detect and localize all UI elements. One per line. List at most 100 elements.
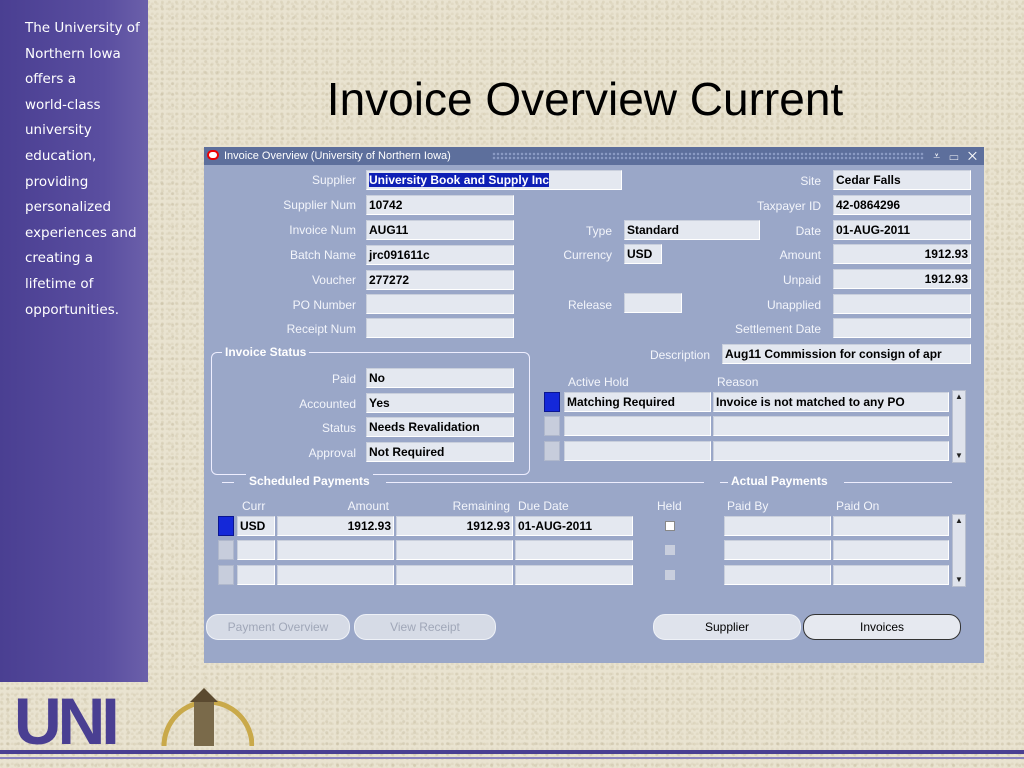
scroll-up-icon[interactable]: ▲ [953,515,965,527]
payment-row-indicator[interactable] [218,516,234,536]
reason-cell[interactable] [713,416,949,436]
remaining-cell[interactable] [396,540,513,560]
unpaid-field[interactable]: 1912.93 [833,269,971,289]
type-label: Type [585,224,612,238]
tagline-line: Northern Iowa [25,45,121,62]
paid-by-cell[interactable] [724,540,831,560]
window-titlebar[interactable]: Invoice Overview (University of Northern… [204,147,984,165]
payment-row-indicator[interactable] [218,565,234,585]
hold-cell[interactable]: Matching Required [564,392,711,412]
invoice-num-field[interactable]: AUG11 [366,220,514,240]
unapplied-field[interactable] [833,294,971,314]
uni-logo-graphic: UNI [14,684,255,758]
receipt-num-field[interactable] [366,318,514,338]
paid-field[interactable]: No [366,368,514,388]
tagline-line: The University of [25,20,140,36]
tagline-line: providing [25,173,89,190]
settlement-date-field[interactable] [833,318,971,338]
supplier-num-label: Supplier Num [283,198,356,212]
curr-cell[interactable] [237,540,275,560]
accounted-label: Accounted [299,397,356,411]
hold-cell[interactable] [564,441,711,461]
curr-cell[interactable] [237,565,275,585]
scheduled-divider [386,482,704,483]
supplier-num-field[interactable]: 10742 [366,195,514,215]
remaining-header: Remaining [452,499,510,513]
active-hold-header: Active Hold [568,375,629,389]
held-checkbox[interactable] [665,570,675,580]
amount-cell[interactable] [277,540,394,560]
taxpayer-id-field[interactable]: 42-0864296 [833,195,971,215]
paid-on-cell[interactable] [833,516,949,536]
payment-row-indicator[interactable] [218,540,234,560]
scroll-up-icon[interactable]: ▲ [953,391,965,403]
hold-row-indicator[interactable] [544,416,560,436]
hold-cell[interactable] [564,416,711,436]
approval-field[interactable]: Not Required [366,442,514,462]
currency-label: Currency [563,248,612,262]
site-field[interactable]: Cedar Falls [833,170,971,190]
po-number-field[interactable] [366,294,514,314]
held-checkbox[interactable] [665,521,675,531]
actual-divider [720,482,728,483]
voucher-field[interactable]: 277272 [366,270,514,290]
due-date-cell[interactable]: 01-AUG-2011 [515,516,633,536]
reason-cell[interactable] [713,441,949,461]
status-field[interactable]: Needs Revalidation [366,417,514,437]
titlebar-pattern [492,152,924,160]
amount-cell[interactable]: 1912.93 [277,516,394,536]
held-checkbox[interactable] [665,545,675,555]
reason-header: Reason [717,375,759,389]
logo-tower [194,700,214,746]
supplier-field[interactable]: University Book and Supply Inc [366,170,622,190]
amount-cell[interactable] [277,565,394,585]
tagline-line: creating a [25,250,93,267]
date-field[interactable]: 01-AUG-2011 [833,220,971,240]
remaining-cell[interactable] [396,565,513,585]
description-field[interactable]: Aug11 Commission for consign of apr [722,344,971,364]
view-receipt-button[interactable]: View Receipt [354,614,496,640]
held-header: Held [657,499,682,513]
hold-row-indicator[interactable] [544,441,560,461]
tagline-line: education, [25,147,97,164]
tagline-line: opportunities. [25,301,120,318]
scroll-down-icon[interactable]: ▼ [953,574,965,586]
remaining-cell[interactable]: 1912.93 [396,516,513,536]
sidebar-tagline: The University of Northern Iowa offers a… [25,16,147,323]
reason-cell[interactable]: Invoice is not matched to any PO [713,392,949,412]
scroll-down-icon[interactable]: ▼ [953,450,965,462]
settlement-date-label: Settlement Date [734,322,821,336]
release-field[interactable] [624,293,682,313]
curr-cell[interactable]: USD [237,516,275,536]
payment-overview-button[interactable]: Payment Overview [206,614,350,640]
tagline-line: personalized [25,199,112,216]
amount-header: Amount [347,499,389,513]
batch-name-field[interactable]: jrc091611c [366,245,514,265]
payments-scrollbar[interactable]: ▲ ▼ [952,514,966,587]
invoices-button[interactable]: Invoices [803,614,961,640]
invoice-num-label: Invoice Num [289,223,356,237]
hold-row-indicator[interactable] [544,392,560,412]
window-controls[interactable]: ⩡ ▭ ✕ [933,147,980,165]
window-title: Invoice Overview (University of Northern… [224,150,451,162]
due-date-cell[interactable] [515,540,633,560]
amount-field[interactable]: 1912.93 [833,244,971,264]
paid-on-cell[interactable] [833,540,949,560]
paid-label: Paid [331,372,356,386]
footer-rule-thin [0,757,1024,759]
due-date-header: Due Date [518,499,569,513]
paid-by-cell[interactable] [724,565,831,585]
paid-by-cell[interactable] [724,516,831,536]
unapplied-label: Unapplied [766,298,821,312]
footer-rule [0,750,1024,754]
paid-on-cell[interactable] [833,565,949,585]
uni-logo: UNI [14,684,255,758]
paid-on-header: Paid On [836,499,880,513]
date-label: Date [795,224,821,238]
supplier-button[interactable]: Supplier [653,614,801,640]
due-date-cell[interactable] [515,565,633,585]
batch-name-label: Batch Name [289,248,356,262]
accounted-field[interactable]: Yes [366,393,514,413]
currency-field[interactable]: USD [624,244,662,264]
holds-scrollbar[interactable]: ▲ ▼ [952,390,966,463]
